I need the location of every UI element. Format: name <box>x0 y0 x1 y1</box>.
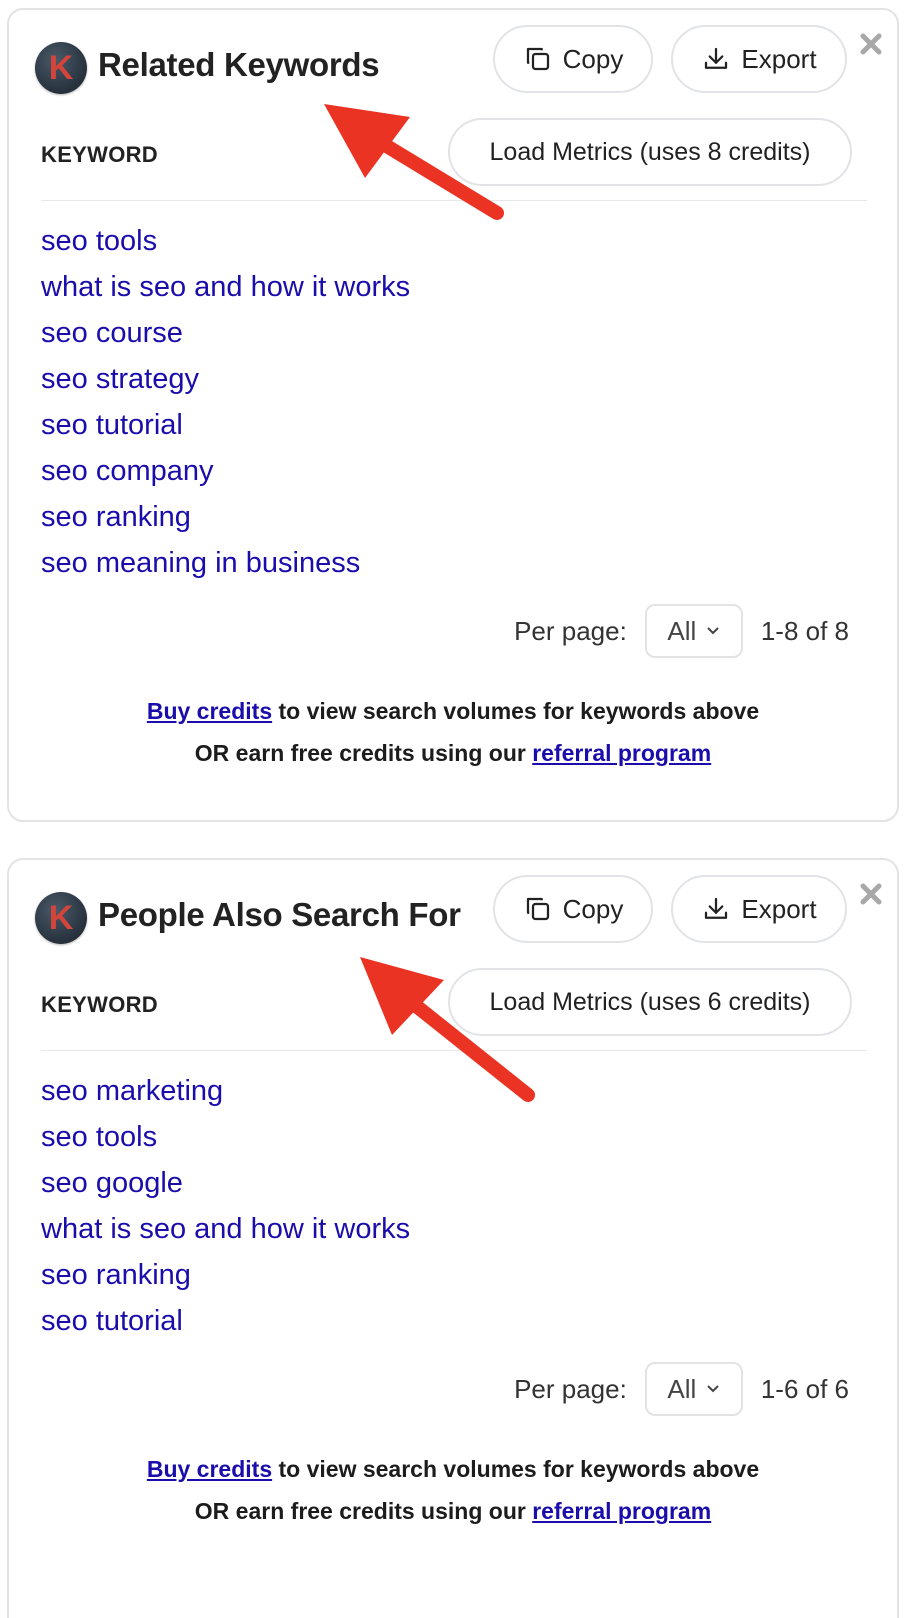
logo-letter: K <box>48 49 74 87</box>
copy-icon <box>526 897 549 921</box>
load-metrics-label: Load Metrics (uses 6 credits) <box>489 987 811 1016</box>
footer-text: to view search volumes for keywords abov… <box>272 1456 760 1482</box>
copy-label: Copy <box>562 43 624 74</box>
copy-label: Copy <box>562 893 624 924</box>
keyword-link[interactable]: what is seo and how it works <box>41 264 410 310</box>
keyword-link[interactable]: seo meaning in business <box>41 540 410 586</box>
footer-text: OR earn free credits using our <box>194 1498 533 1524</box>
download-icon <box>705 897 728 919</box>
keyword-link[interactable]: seo tools <box>41 1114 410 1160</box>
export-button[interactable]: Export <box>671 25 847 93</box>
header-divider <box>41 1050 867 1051</box>
header-divider <box>41 200 867 201</box>
close-icon[interactable] <box>859 32 883 56</box>
keyword-link[interactable]: seo tools <box>41 218 410 264</box>
footer-text: to view search volumes for keywords abov… <box>272 698 760 724</box>
export-label: Export <box>741 893 817 924</box>
keyword-column-header: KEYWORD <box>41 992 158 1017</box>
keyword-link[interactable]: seo tutorial <box>41 402 410 448</box>
page-range: 1-6 of 6 <box>760 1373 849 1404</box>
referral-program-link[interactable]: referral program <box>532 740 711 766</box>
logo-letter: K <box>48 899 74 937</box>
keyword-link[interactable]: seo ranking <box>41 1252 410 1298</box>
export-button[interactable]: Export <box>671 875 847 943</box>
keywords-everywhere-logo: K <box>35 42 87 94</box>
copy-button[interactable]: Copy <box>493 25 653 93</box>
keyword-list: seo marketing seo tools seo google what … <box>41 1068 410 1344</box>
load-metrics-button[interactable]: Load Metrics (uses 6 credits) <box>448 968 852 1036</box>
referral-program-link[interactable]: referral program <box>532 1498 711 1524</box>
buy-credits-link[interactable]: Buy credits <box>147 698 272 724</box>
keywords-everywhere-logo: K <box>35 892 87 944</box>
pagination: Per page: All 1-8 of 8 <box>514 604 849 658</box>
load-metrics-button[interactable]: Load Metrics (uses 8 credits) <box>448 118 852 186</box>
per-page-label: Per page: <box>514 1373 627 1404</box>
keyword-link[interactable]: what is seo and how it works <box>41 1206 410 1252</box>
chevron-down-icon <box>707 1385 719 1393</box>
per-page-label: Per page: <box>514 615 627 646</box>
copy-button[interactable]: Copy <box>493 875 653 943</box>
load-metrics-label: Load Metrics (uses 8 credits) <box>489 137 811 166</box>
panel-title: People Also Search For <box>98 896 461 933</box>
keyword-link[interactable]: seo google <box>41 1160 410 1206</box>
per-page-value: All <box>667 615 697 646</box>
page-range: 1-8 of 8 <box>760 615 849 646</box>
close-icon[interactable] <box>859 882 883 906</box>
keyword-list: seo tools what is seo and how it works s… <box>41 218 410 586</box>
per-page-select[interactable]: All <box>644 1362 743 1416</box>
keyword-link[interactable]: seo ranking <box>41 494 410 540</box>
related-keywords-panel: K Related Keywords Copy Export Load Metr… <box>7 8 899 822</box>
copy-icon <box>526 47 549 71</box>
footer-text: OR earn free credits using our <box>194 740 533 766</box>
people-also-search-panel: K People Also Search For Copy Export Loa… <box>7 858 899 1618</box>
credits-footer: Buy credits to view search volumes for k… <box>9 1448 897 1532</box>
keyword-link[interactable]: seo course <box>41 310 410 356</box>
panel-title: Related Keywords <box>98 46 380 83</box>
export-label: Export <box>741 43 817 74</box>
per-page-select[interactable]: All <box>644 604 743 658</box>
keyword-link[interactable]: seo marketing <box>41 1068 410 1114</box>
chevron-down-icon <box>707 627 719 635</box>
download-icon <box>705 47 728 69</box>
pagination: Per page: All 1-6 of 6 <box>514 1362 849 1416</box>
keyword-link[interactable]: seo company <box>41 448 410 494</box>
per-page-value: All <box>667 1373 697 1404</box>
buy-credits-link[interactable]: Buy credits <box>147 1456 272 1482</box>
keyword-link[interactable]: seo strategy <box>41 356 410 402</box>
keyword-column-header: KEYWORD <box>41 142 158 167</box>
credits-footer: Buy credits to view search volumes for k… <box>9 690 897 774</box>
keyword-link[interactable]: seo tutorial <box>41 1298 410 1344</box>
